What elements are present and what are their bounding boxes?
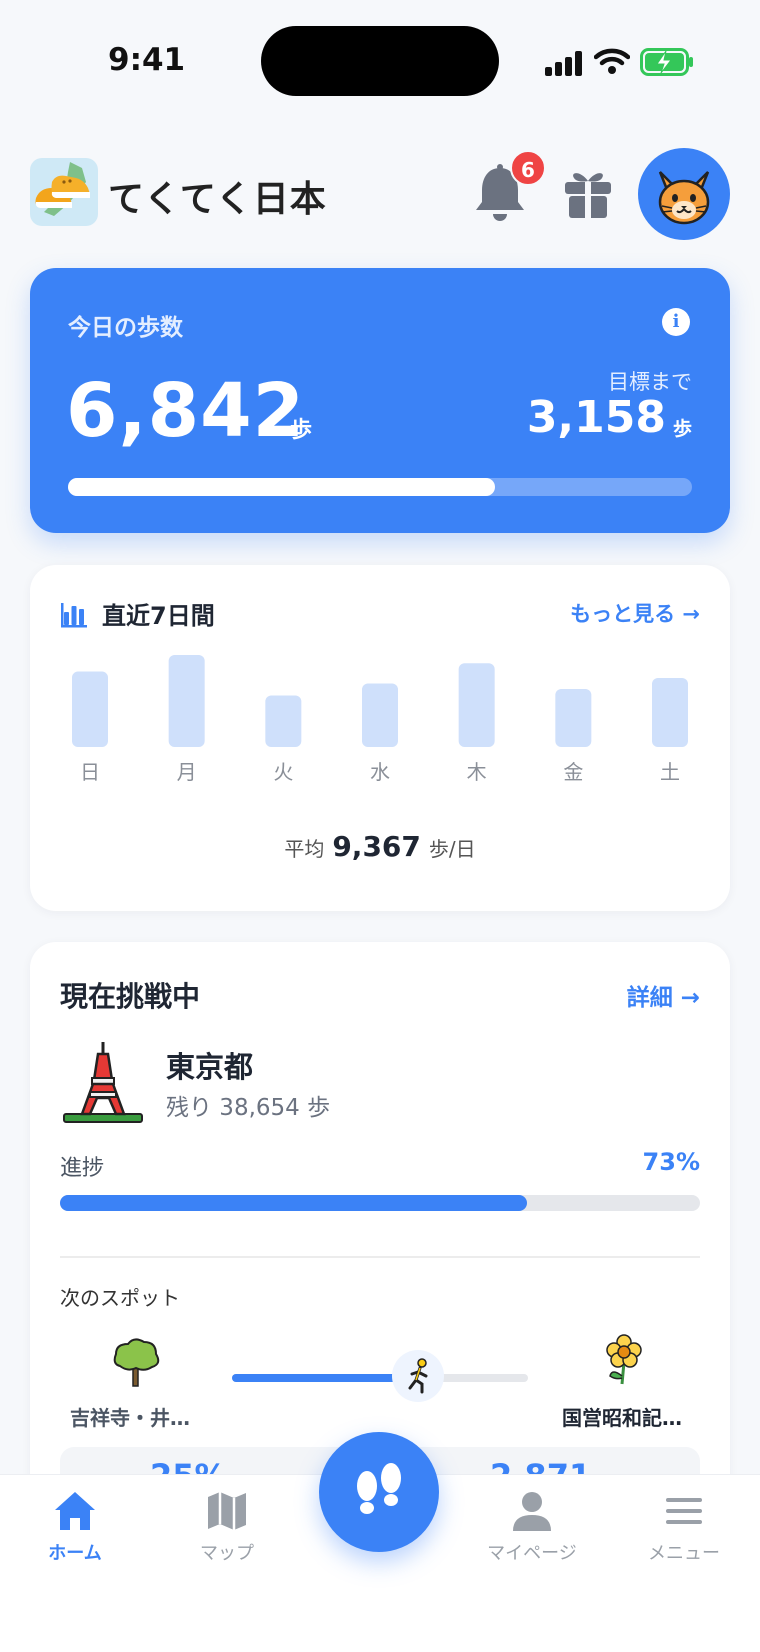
- day-label-0: 日: [80, 760, 100, 784]
- average-label: 平均: [284, 837, 325, 861]
- challenge-title: 現在挑戦中: [60, 980, 201, 1013]
- walker-marker: [392, 1350, 444, 1402]
- progress-percent: 73%: [642, 1148, 700, 1176]
- progress-label: 進捗: [60, 1156, 105, 1181]
- tree-icon: [113, 1338, 160, 1387]
- tab-home[interactable]: ホーム: [20, 1489, 130, 1565]
- detail-link[interactable]: 詳細 →: [627, 978, 700, 1012]
- today-steps-label: 今日の歩数: [68, 315, 183, 341]
- gift-icon[interactable]: [562, 166, 614, 220]
- goal-remaining-value: 3,158: [526, 392, 666, 443]
- info-icon[interactable]: i: [662, 308, 690, 336]
- weekly-steps-card: 直近7日間 もっと見る → 日 月 火 水 木 金 土 平均 9,367 歩/日: [30, 565, 730, 911]
- cellular-signal-icon: [545, 50, 583, 76]
- status-bar: 9:41: [0, 0, 760, 120]
- bar-4: [458, 663, 495, 747]
- map-icon: [208, 1492, 246, 1530]
- battery-charging-icon: [640, 48, 693, 76]
- day-label-1: 月: [177, 760, 197, 784]
- route-progress-bar: [232, 1374, 528, 1382]
- spot-from[interactable]: 吉祥寺・井…: [70, 1402, 190, 1431]
- tab-map-label: マップ: [200, 1543, 254, 1564]
- today-steps-unit: 歩: [290, 418, 313, 443]
- challenge-progress-fill: [60, 1195, 528, 1211]
- bar-1: [168, 655, 205, 747]
- tab-map[interactable]: マップ: [172, 1489, 282, 1565]
- divider: [60, 1256, 700, 1258]
- hamburger-menu-icon: [666, 1498, 702, 1524]
- bar-chart-icon: [61, 603, 87, 628]
- today-progress-bar: [68, 478, 692, 496]
- bar-3: [362, 683, 398, 747]
- bar-5: [555, 689, 592, 747]
- day-label-2: 火: [273, 760, 293, 784]
- footprints-icon: [357, 1463, 401, 1514]
- tab-mypage[interactable]: マイページ: [477, 1489, 587, 1565]
- remaining-steps: 残り 38,654 歩: [166, 1095, 331, 1121]
- today-steps-card[interactable]: 今日の歩数 i 6,842 歩 目標まで 3,158 歩: [30, 268, 730, 533]
- bar-0: [72, 671, 108, 747]
- user-avatar[interactable]: [638, 148, 730, 240]
- next-spot-label: 次のスポット: [60, 1286, 180, 1310]
- flower-icon: [606, 1334, 642, 1385]
- goal-remaining-unit: 歩: [672, 418, 692, 440]
- app-header: てくてく日本 6: [0, 148, 760, 240]
- app-title: てくてく日本: [108, 179, 327, 220]
- today-progress-fill: [68, 478, 495, 496]
- challenge-progress-bar: [60, 1195, 700, 1211]
- today-steps-value: 6,842: [66, 368, 306, 454]
- day-label-4: 木: [467, 760, 487, 784]
- bar-6: [652, 678, 688, 747]
- dynamic-island: [261, 26, 499, 96]
- weekly-average: 平均 9,367 歩/日: [30, 830, 730, 863]
- average-unit: 歩/日: [428, 837, 476, 861]
- tab-menu[interactable]: メニュー: [629, 1489, 739, 1565]
- day-label-6: 土: [660, 760, 680, 784]
- spot-to[interactable]: 国営昭和記…: [562, 1402, 682, 1431]
- walk-action-button[interactable]: [319, 1432, 439, 1552]
- prefecture-name: 東京都: [166, 1050, 254, 1084]
- person-icon: [513, 1492, 551, 1531]
- route-progress-fill: [232, 1374, 404, 1382]
- weekly-bar-chart: 日月火水木金土: [72, 655, 688, 784]
- tokyo-tower-icon: [63, 1042, 143, 1123]
- tab-menu-label: メニュー: [648, 1543, 720, 1564]
- status-time: 9:41: [108, 42, 186, 78]
- current-challenge-card: 現在挑戦中 詳細 → 東京都 残り 38,654 歩 進捗 73% 次のスポット…: [30, 942, 730, 1502]
- wifi-icon: [594, 48, 630, 74]
- see-more-link[interactable]: もっと見る →: [570, 598, 700, 628]
- day-label-5: 金: [563, 760, 583, 784]
- app-logo: [30, 158, 98, 226]
- weekly-title: 直近7日間: [102, 602, 215, 630]
- tab-home-label: ホーム: [48, 1543, 102, 1564]
- average-value: 9,367: [332, 830, 421, 863]
- day-label-3: 水: [370, 760, 390, 784]
- bar-2: [265, 695, 302, 747]
- notification-badge: 6: [510, 150, 546, 186]
- tab-mypage-label: マイページ: [487, 1543, 577, 1564]
- home-icon: [55, 1492, 95, 1530]
